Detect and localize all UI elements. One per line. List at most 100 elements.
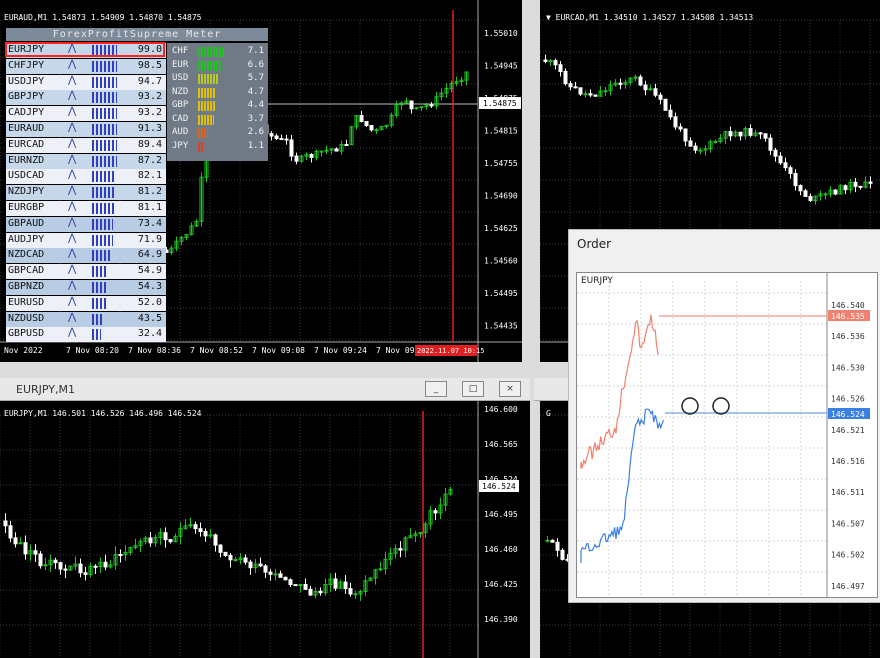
meter-pair-strength-bar [92, 329, 101, 341]
meter-pair-strength-bar [92, 234, 113, 246]
candle-body [808, 195, 813, 201]
price-tick-label: 146.600 [484, 405, 518, 414]
meter-row-highlight [5, 42, 165, 57]
meter-pair-value: 93.2 [137, 107, 162, 119]
meter-pair-row: NZDCAD ⋀ 64.9 [6, 248, 166, 264]
candle-body [223, 551, 228, 556]
time-tick-label: 7 Nov 08:36 [128, 346, 181, 355]
price-tick-label: 146.516 [831, 457, 865, 466]
meter-pair-row: GBPJPY ⋀ 93.2 [6, 90, 166, 106]
candle-body [773, 149, 778, 157]
drag-handle-icon [681, 397, 699, 415]
meter-currency-name: GBP [172, 100, 189, 110]
ask-price-label: 146.535 [831, 312, 865, 321]
order-tick-canvas: 146.540 146.536 146.530 146.526 146.521 146.5… [577, 273, 870, 597]
candle-body [853, 181, 858, 187]
candle-body [3, 520, 8, 527]
candle-body [588, 93, 593, 96]
chart-window-eurjpy[interactable]: 146.600 146.565 146.524 146.495 146.460 146.4… [0, 401, 530, 658]
candle-body [263, 565, 268, 573]
pair-arrow-icon: ⋀ [68, 106, 77, 118]
order-dialog[interactable]: Order EURJPY 146.540 146.536 146.530 146.52… [568, 229, 880, 603]
meter-currency-row: JPY 1.1 [170, 141, 266, 153]
candle-body [568, 83, 573, 88]
candle-body [798, 185, 803, 192]
candle-body [53, 559, 58, 564]
candle-body [833, 189, 838, 195]
candle-body [758, 132, 763, 135]
pair-arrow-icon: ⋀ [68, 264, 77, 276]
candle-body [550, 539, 555, 543]
meter-title: ForexProfitSupreme Meter [6, 28, 268, 41]
meter-pair-row: CADJPY ⋀ 93.2 [6, 106, 166, 122]
candle-body [843, 185, 848, 191]
meter-pair-value: 81.1 [137, 202, 162, 213]
meter-pair-name: EURNZD [8, 154, 45, 166]
price-tick-label: 1.54495 [484, 289, 518, 298]
meter-currency-value: 5.7 [247, 73, 264, 83]
chart-window-euraud[interactable]: 1.55010 1.54945 1.54875 1.54815 1.54755 1.546… [0, 0, 522, 362]
candle-body [543, 59, 548, 62]
candle-body [353, 593, 358, 596]
eurjpy-ohlc-label: 146.501 146.526 146.496 146.524 [52, 409, 202, 418]
meter-pair-value: 94.7 [137, 75, 162, 87]
eurjpy-chart-canvas[interactable]: 146.600 146.565 146.524 146.495 146.460 146.4… [0, 401, 530, 658]
pair-arrow-icon: ⋀ [68, 58, 77, 70]
meter-currency-row: GBP 4.4 [170, 100, 266, 112]
meter-pair-row: NZDUSD ⋀ 43.5 [6, 311, 166, 327]
eurjpy-titlebar[interactable]: EURJPY,M1 _ □ × [0, 378, 530, 401]
meter-currency-bar [198, 101, 217, 111]
candle-body [693, 145, 698, 151]
meter-pair-strength-bar [92, 266, 106, 278]
euraud-header: EURAUD,M1 1.54873 1.54909 1.54870 1.5487… [4, 13, 202, 22]
time-highlight-label: 2022.11.07 10:15 [417, 347, 484, 355]
candle-body [728, 131, 733, 137]
candle-body [213, 534, 218, 546]
meter-currency-row: CAD 3.7 [170, 114, 266, 126]
meter-pair-value: 54.3 [137, 281, 162, 292]
candle-body [343, 581, 348, 590]
price-tick-label: 1.55010 [484, 29, 518, 38]
meter-pair-name: CADJPY [8, 107, 45, 119]
meter-currency-value: 2.6 [247, 127, 264, 137]
close-button[interactable]: × [499, 381, 521, 397]
meter-pair-strength-bar [92, 155, 117, 167]
candle-body [284, 138, 289, 141]
candle-body [578, 87, 583, 95]
eurjpy-window-title: EURJPY,M1 [16, 383, 75, 396]
candle-body [168, 539, 173, 543]
candle-body [193, 524, 198, 530]
candle-body [63, 568, 68, 571]
euraud-symbol-label: EURAUD,M1 [4, 13, 48, 22]
fourth-header: G [546, 409, 551, 418]
price-tick-label: 146.540 [831, 301, 865, 310]
candle-body [348, 588, 353, 595]
order-tick-chart: EURJPY 146.540 146.536 146.530 146.526 146.5… [576, 272, 878, 598]
meter-currency-row: NZD 4.7 [170, 87, 266, 99]
maximize-button[interactable]: □ [462, 381, 484, 397]
time-tick-label: 7 Nov 08:20 [66, 346, 119, 355]
candle-body [333, 578, 338, 589]
candle-body [33, 550, 38, 555]
meter-pair-name: USDJPY [8, 75, 45, 87]
price-tick-label: 146.526 [831, 395, 865, 404]
candle-body [248, 561, 253, 569]
meter-currency-row: CHF 7.1 [170, 46, 266, 58]
eurcad-header: ▼ EURCAD,M1 1.34510 1.34527 1.34508 1.34… [546, 13, 753, 22]
meter-pair-strength-bar [92, 108, 117, 120]
pair-arrow-icon: ⋀ [68, 122, 77, 133]
meter-pair-row: CHFJPY ⋀ 98.5 [6, 58, 166, 74]
candle-body [778, 155, 783, 164]
price-tick-label: 146.425 [484, 580, 518, 589]
meter-pair-value: 87.2 [137, 154, 162, 166]
candle-body [78, 563, 83, 574]
candle-body [548, 60, 553, 63]
candle-body [553, 60, 558, 66]
price-tick-label: 146.502 [831, 551, 865, 560]
candle-body [273, 573, 278, 576]
minimize-button[interactable]: _ [425, 381, 447, 397]
candle-body [583, 93, 588, 96]
current-price-label: 146.524 [482, 482, 516, 491]
candle-body [278, 573, 283, 578]
meter-pair-row: EURCAD ⋀ 89.4 [6, 137, 166, 153]
